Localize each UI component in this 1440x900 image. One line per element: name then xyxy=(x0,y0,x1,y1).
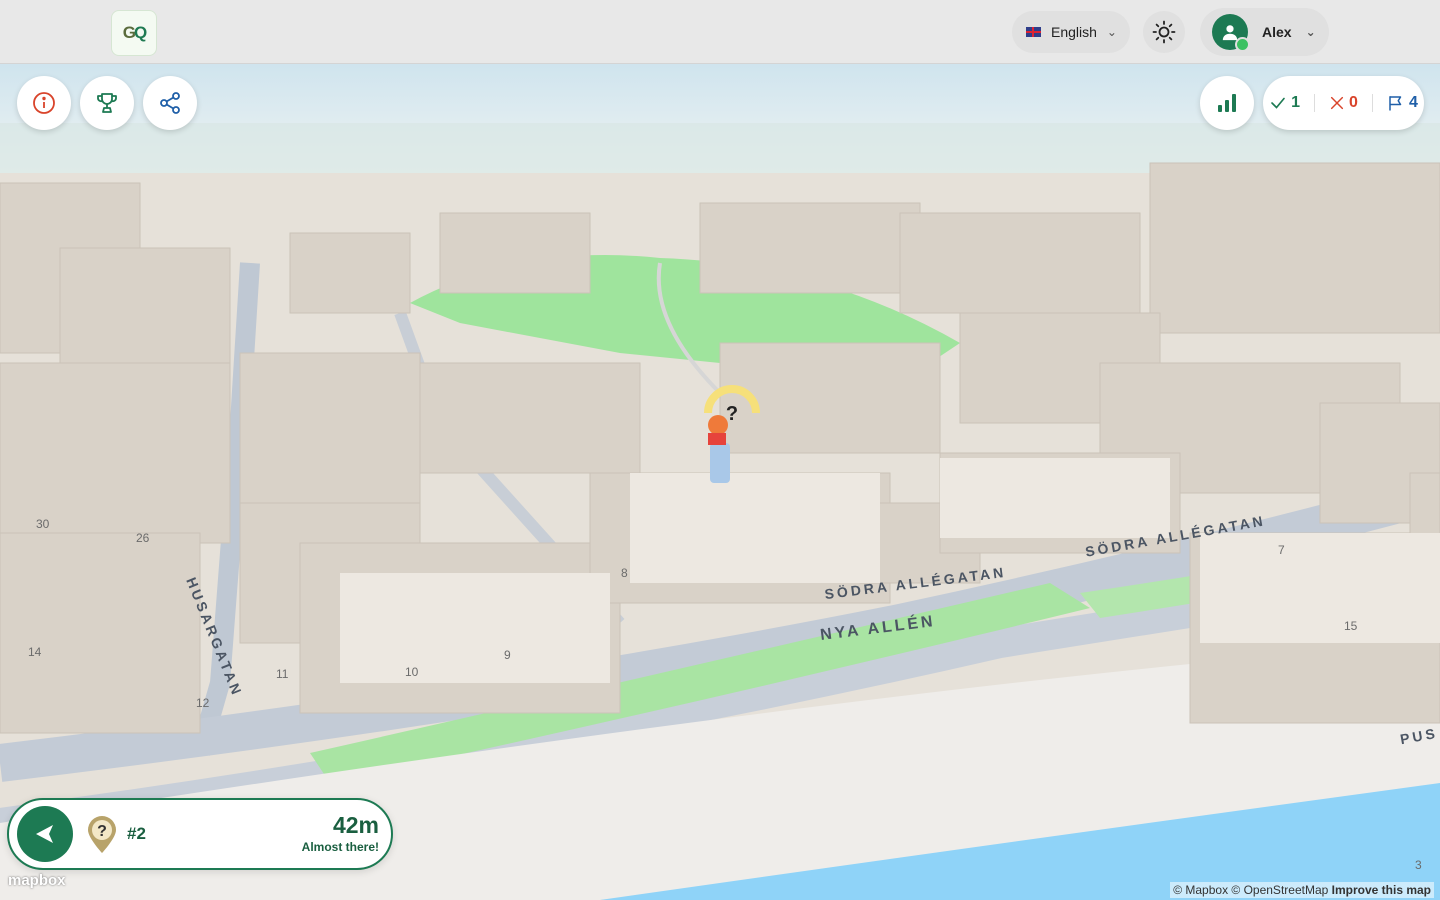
player-shirt xyxy=(708,433,726,445)
player-body xyxy=(710,443,730,483)
stats-button[interactable] xyxy=(1200,76,1254,130)
house-number: 15 xyxy=(1344,619,1358,633)
house-number: 11 xyxy=(276,667,289,681)
chevron-down-icon: ⌄ xyxy=(1106,25,1117,39)
house-number: 3 xyxy=(1415,858,1422,872)
logo-letter-g: G xyxy=(122,23,136,42)
house-number: 8 xyxy=(621,566,628,580)
svg-text:?: ? xyxy=(97,823,107,840)
distance-value: 42m xyxy=(332,812,379,838)
improve-map-link[interactable]: Improve this map xyxy=(1332,883,1431,897)
divider xyxy=(1314,94,1316,112)
correct-value: 1 xyxy=(1291,94,1301,111)
wrong-count: 0 xyxy=(1329,94,1358,112)
question-pin-icon: ? xyxy=(86,816,118,859)
house-number: 12 xyxy=(196,696,210,710)
question-number: #2 xyxy=(127,824,146,843)
house-number: 10 xyxy=(405,665,419,679)
trophy-icon xyxy=(97,93,117,113)
navigate-button[interactable] xyxy=(17,806,73,862)
online-status-dot xyxy=(1235,37,1250,52)
flag-icon xyxy=(1389,96,1402,111)
bar-chart-icon xyxy=(1218,94,1236,112)
mapbox-logo[interactable]: mapbox xyxy=(8,872,66,889)
top-bar: GQ English ⌄ Alex ⌄ xyxy=(0,0,1440,64)
house-number: 26 xyxy=(136,531,150,545)
language-label: English xyxy=(1051,24,1097,40)
leaderboard-button[interactable] xyxy=(80,76,134,130)
marker-question-mark: ? xyxy=(726,403,738,425)
user-menu[interactable]: Alex ⌄ xyxy=(1200,8,1329,56)
share-icon xyxy=(160,92,180,114)
check-icon xyxy=(1271,97,1285,109)
uk-flag-icon xyxy=(1026,27,1041,37)
map-attribution: © Mapbox © OpenStreetMap Improve this ma… xyxy=(1170,882,1434,898)
theme-toggle-button[interactable] xyxy=(1143,11,1185,53)
info-icon xyxy=(33,92,55,114)
attribution-text[interactable]: © Mapbox © OpenStreetMap xyxy=(1173,883,1328,897)
map-canvas[interactable]: ? xyxy=(0,63,1440,900)
wrong-value: 0 xyxy=(1349,94,1358,111)
map-view[interactable]: ? SÖDRA ALLÉGATAN SÖDRA ALLÉGATAN NYA AL… xyxy=(0,63,1440,900)
divider xyxy=(1371,94,1373,112)
score-panel: 1 0 4 xyxy=(1263,76,1424,130)
share-button[interactable] xyxy=(143,76,197,130)
navigation-panel[interactable]: ? #2 42m Almost there! xyxy=(7,798,393,870)
distance-hint: Almost there! xyxy=(301,840,379,854)
language-selector[interactable]: English ⌄ xyxy=(1012,11,1130,53)
user-name: Alex xyxy=(1262,24,1292,40)
flag-count: 4 xyxy=(1387,94,1418,112)
close-icon xyxy=(1330,96,1344,110)
navigation-arrow-icon xyxy=(36,825,53,843)
info-button[interactable] xyxy=(17,76,71,130)
chevron-down-icon: ⌄ xyxy=(1305,25,1316,39)
flag-value: 4 xyxy=(1408,94,1418,111)
house-number: 7 xyxy=(1278,543,1285,557)
house-number: 9 xyxy=(504,648,511,662)
house-number: 14 xyxy=(28,645,42,659)
logo-letter-q: Q xyxy=(134,23,147,42)
avatar xyxy=(1212,14,1250,52)
correct-count: 1 xyxy=(1269,94,1300,112)
house-number: 30 xyxy=(36,517,50,531)
app-logo[interactable]: GQ xyxy=(111,10,157,56)
sun-icon xyxy=(1152,20,1176,44)
player-head xyxy=(708,415,728,435)
